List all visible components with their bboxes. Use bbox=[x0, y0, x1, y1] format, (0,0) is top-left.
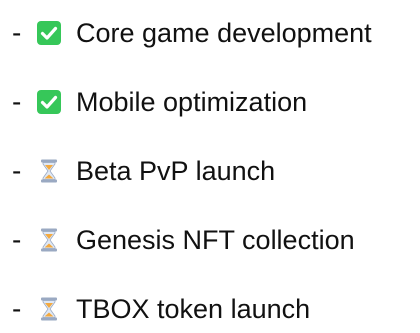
list-item: - Genesis NFT collection bbox=[0, 220, 355, 260]
hourglass-icon bbox=[36, 296, 62, 322]
item-label: Core game development bbox=[76, 18, 372, 48]
list-item: - Beta PvP launch bbox=[0, 151, 275, 191]
item-label: Genesis NFT collection bbox=[76, 225, 355, 255]
hourglass-icon bbox=[36, 227, 62, 253]
bullet-dash: - bbox=[12, 224, 22, 255]
item-label: Beta PvP launch bbox=[76, 156, 276, 186]
list-item: - TBOX token launch bbox=[0, 289, 310, 329]
item-label: TBOX token launch bbox=[76, 294, 311, 324]
bullet-dash: - bbox=[12, 293, 22, 324]
bullet-dash: - bbox=[12, 86, 22, 117]
item-label: Mobile optimization bbox=[76, 87, 308, 117]
roadmap-list: - Core game development - Mobile optimiz… bbox=[0, 0, 420, 333]
bullet-dash: - bbox=[12, 17, 22, 48]
list-item: - Core game development bbox=[0, 13, 372, 53]
hourglass-icon bbox=[36, 158, 62, 184]
list-item: - Mobile optimization bbox=[0, 82, 307, 122]
bullet-dash: - bbox=[12, 155, 22, 186]
check-mark-button-icon bbox=[36, 89, 62, 115]
check-mark-button-icon bbox=[36, 20, 62, 46]
